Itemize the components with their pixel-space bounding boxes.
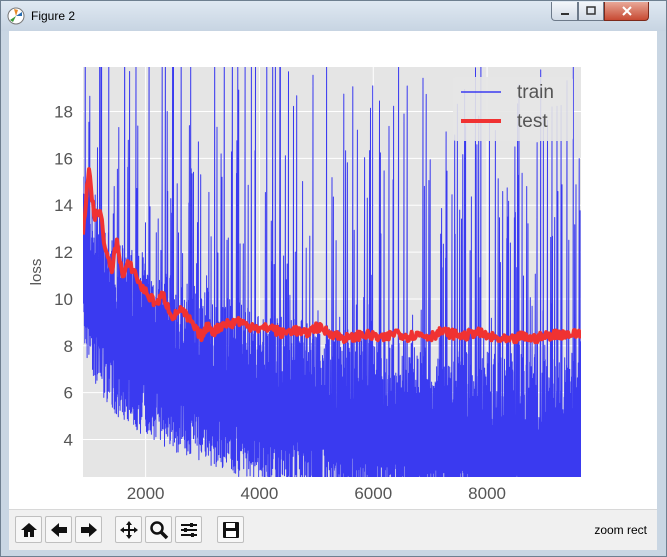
y-tick-label: 4 [64,431,73,450]
back-button[interactable] [45,516,72,543]
legend-train-label: train [517,82,554,103]
minimize-button[interactable] [551,2,578,21]
minimize-icon [560,13,569,15]
window-title: Figure 2 [31,9,76,23]
zoom-button[interactable] [145,516,172,543]
y-tick-label: 6 [64,384,73,403]
save-icon [222,522,239,538]
legend: train test [453,77,573,141]
toolbar-status: zoom rect [594,523,647,537]
x-tick-labels: 2000 4000 6000 8000 [127,484,506,503]
y-axis-label: loss [28,259,45,286]
y-tick-label: 14 [54,196,73,215]
navigation-toolbar: zoom rect [9,509,657,550]
y-tick-label: 18 [54,103,73,122]
configure-subplots-button[interactable] [175,516,202,543]
forward-arrow-icon [80,523,97,537]
close-icon [621,6,632,16]
close-button[interactable] [604,2,649,21]
home-button[interactable] [15,516,42,543]
x-tick-label: 8000 [468,484,506,503]
y-tick-labels: 4 6 8 10 12 14 16 18 [54,103,73,450]
x-tick-label: 6000 [354,484,392,503]
pan-icon [119,521,138,539]
matplotlib-logo-icon [7,7,25,25]
loss-chart: 2000 4000 6000 8000 4 6 8 10 12 14 16 18 loss trai… [28,67,581,503]
pan-button[interactable] [115,516,142,543]
y-tick-label: 16 [54,149,73,168]
maximize-icon [586,6,596,15]
y-tick-label: 10 [54,290,73,309]
x-tick-label: 2000 [127,484,165,503]
title-bar[interactable]: Figure 2 [1,1,666,31]
maximize-button[interactable] [578,2,604,21]
configure-subplots-icon [180,523,197,537]
back-arrow-icon [50,523,67,537]
figure-window: Figure 2 2000 4000 6000 8000 4 6 8 10 12 14 16 18 … [0,0,667,557]
legend-test-label: test [517,111,548,132]
x-tick-label: 4000 [241,484,279,503]
figure-canvas[interactable]: 2000 4000 6000 8000 4 6 8 10 12 14 16 18 loss trai… [9,31,657,509]
y-tick-label: 8 [64,337,73,356]
forward-button[interactable] [75,516,102,543]
y-tick-label: 12 [54,243,73,262]
zoom-icon [149,521,168,540]
home-icon [20,523,37,537]
save-button[interactable] [217,516,244,543]
legend-box [453,77,573,141]
